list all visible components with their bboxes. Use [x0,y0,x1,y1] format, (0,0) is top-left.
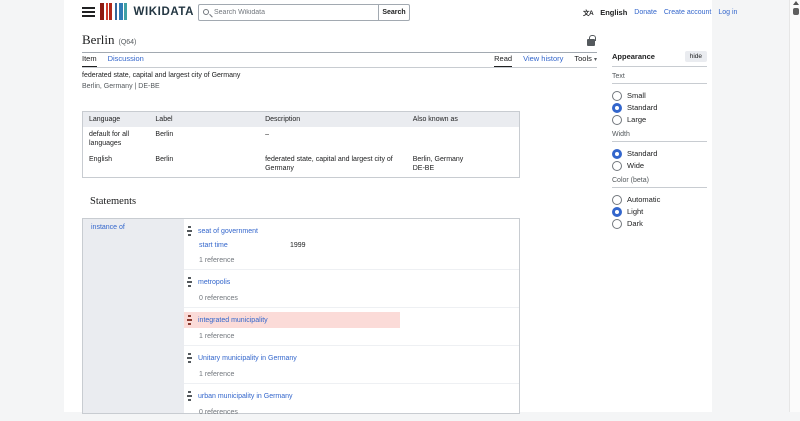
rank-selector-icon[interactable] [187,391,192,401]
radio-width-standard[interactable]: Standard [612,148,707,159]
scroll-up-arrow-icon[interactable] [792,1,799,5]
cell-aliases [407,127,520,152]
wikidata-wordmark: WIKIDATA [133,5,195,18]
search-button[interactable]: Search [379,4,410,21]
qualifier-value: 1999 [290,241,306,249]
property-link[interactable]: instance of [91,224,125,231]
tab-tools[interactable]: Tools ▾ [574,54,597,67]
statements-heading: Statements [90,196,137,207]
cell-language: default for all languages [89,131,130,147]
statement-claim: urban municipality in Germany 0 referenc… [184,384,519,421]
language-selector[interactable]: English [600,8,627,17]
property-column: instance of [83,219,184,413]
tab-discussion[interactable]: Discussion [108,54,144,67]
user-links: 文A English Donate Create account Log in [583,7,737,18]
references-toggle[interactable]: 1 reference [199,333,519,340]
table-row: English Berlin federated state, capital … [83,152,520,178]
entity-id: (Q64) [118,39,137,46]
tab-view-history[interactable]: View history [523,54,563,67]
radio-color-automatic[interactable]: Automatic [612,194,707,205]
log-in-link[interactable]: Log in [718,9,737,16]
appearance-section-width: Width Standard Wide [612,131,707,171]
rank-selector-icon[interactable] [187,226,192,236]
main-menu-icon[interactable] [82,6,95,17]
references-toggle[interactable]: 0 references [199,295,519,302]
radio-icon-selected[interactable] [612,206,622,217]
references-toggle[interactable]: 1 reference [199,371,519,378]
donate-link[interactable]: Donate [634,9,657,16]
cell-language: English [89,156,112,163]
appearance-title: Appearance [612,52,655,61]
claim-value-link[interactable]: Unitary municipality in Germany [198,355,297,362]
references-toggle[interactable]: 0 references [199,409,519,416]
radio-text-large[interactable]: Large [612,114,707,125]
tab-read[interactable]: Read [494,54,513,67]
claim-value-link[interactable]: metropolis [198,279,230,286]
statement-claim-deprecated: integrated municipality 1 reference [184,308,519,346]
claims-column: seat of government start time 1999 1 ref… [184,219,519,416]
claim-value-link[interactable]: urban municipality in Germany [198,393,293,400]
radio-text-small[interactable]: Small [612,90,707,101]
entity-description: federated state, capital and largest cit… [82,72,241,79]
radio-text-standard[interactable]: Standard [612,102,707,113]
search-box[interactable] [198,4,379,21]
rank-selector-icon[interactable] [187,353,192,363]
hide-appearance-button[interactable]: hide [684,51,707,62]
statement-claim: seat of government start time 1999 1 ref… [184,219,519,270]
appearance-section-color: Color (beta) Automatic Light Dark [612,177,707,229]
search-icon [203,9,209,15]
qualifier-property-link[interactable]: start time [199,242,290,249]
page-title: Berlin [82,32,115,47]
title-bar: Berlin (Q64) [82,32,597,53]
statement-claim: metropolis 0 references [184,270,519,308]
search-input[interactable] [214,5,374,20]
radio-icon[interactable] [612,90,622,101]
terms-table: Language Label Description Also known as… [82,111,520,178]
cell-description: federated state, capital and largest cit… [265,156,393,172]
col-description: Description [259,111,407,127]
references-toggle[interactable]: 1 reference [199,257,519,264]
claim-value-link[interactable]: integrated municipality [198,317,268,324]
radio-icon-selected[interactable] [612,148,622,159]
radio-color-light[interactable]: Light [612,206,707,217]
create-account-link[interactable]: Create account [664,9,711,16]
radio-icon-selected[interactable] [612,102,622,113]
tab-bar: Item Discussion Read View history Tools … [82,54,597,68]
wikidata-logo[interactable]: WIKIDATA [100,3,194,20]
radio-icon[interactable] [612,160,622,171]
wikidata-logo-bars-icon [100,3,129,20]
cell-label: Berlin [155,131,174,138]
table-row: default for all languages Berlin – [83,127,520,152]
chevron-down-icon: ▾ [593,57,597,63]
appearance-panel: Appearance hide Text Small Standard Larg… [612,51,707,230]
scrollbar-thumb[interactable] [792,8,799,15]
col-language: Language [82,111,150,127]
terms-table-header-row: Language Label Description Also known as [82,111,520,127]
radio-icon[interactable] [612,114,622,125]
qualifier-row: start time 1999 [199,240,519,250]
statement-claim: Unitary municipality in Germany 1 refere… [184,346,519,384]
col-label: Label [149,111,260,127]
col-also-known-as: Also known as [406,111,520,127]
radio-icon[interactable] [612,194,622,205]
radio-icon[interactable] [612,218,622,229]
entity-aliases: Berlin, Germany | DE-BE [82,83,160,90]
radio-width-wide[interactable]: Wide [612,160,707,171]
rank-selector-icon[interactable] [187,315,192,325]
language-icon: 文A [583,10,594,17]
radio-color-dark[interactable]: Dark [612,218,707,229]
appearance-section-text: Text Small Standard Large [612,73,707,125]
cell-label: Berlin [155,156,174,163]
tab-item[interactable]: Item [82,54,97,67]
cell-description: – [265,131,270,138]
scrollbar-track[interactable] [789,0,800,412]
cell-aliases: Berlin, Germany DE-BE [412,156,464,172]
search-bar: Search [198,4,410,21]
protection-lock-icon[interactable] [587,35,596,46]
statement-group: instance of seat of government start tim… [82,218,520,416]
rank-selector-icon[interactable] [187,277,192,287]
claim-value-link[interactable]: seat of government [198,228,258,235]
